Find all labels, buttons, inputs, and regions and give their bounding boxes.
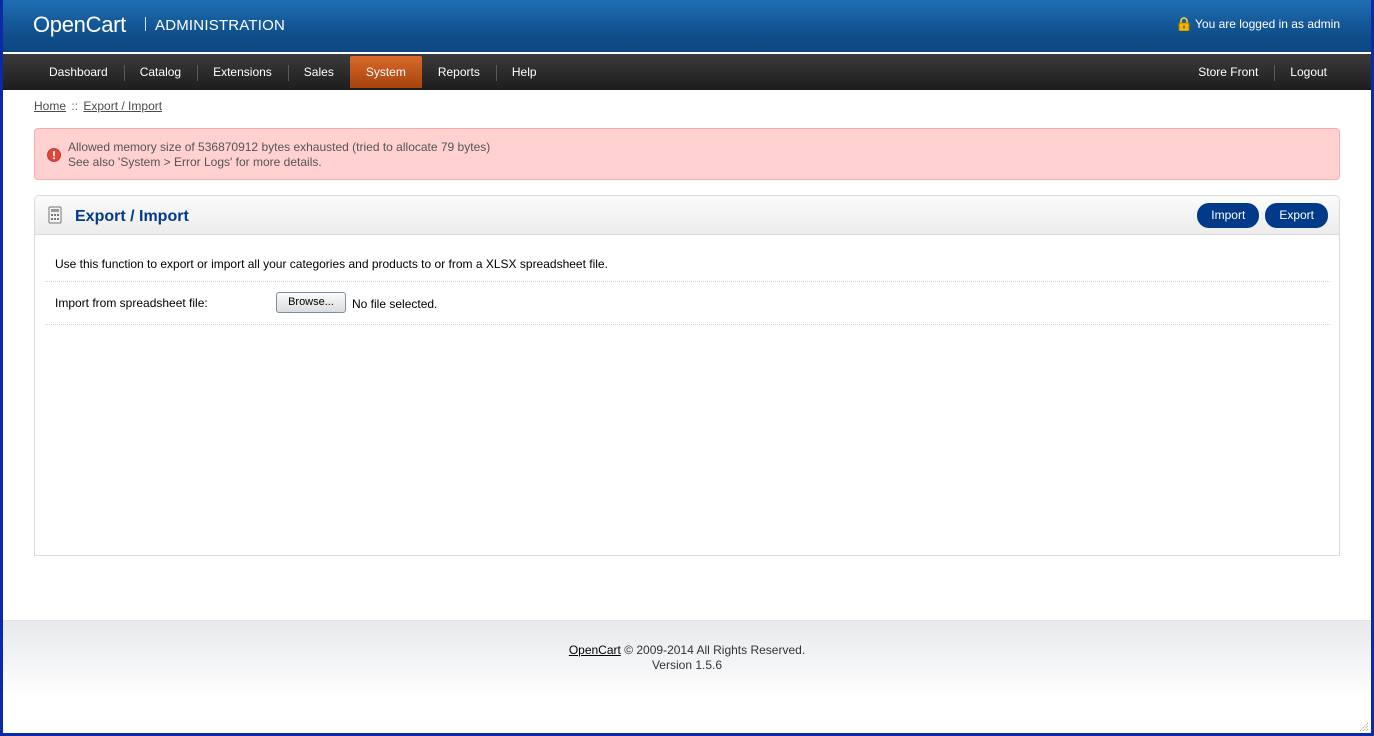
warning-text: Allowed memory size of 536870912 bytes e… [68, 140, 490, 170]
warning-icon [47, 148, 61, 162]
footer: OpenCart © 2009-2014 All Rights Reserved… [3, 620, 1371, 733]
breadcrumb-separator: :: [71, 99, 79, 113]
menu-left: Dashboard Catalog Extensions Sales Syste… [33, 54, 553, 90]
logo-divider [145, 17, 146, 31]
description-text: Use this function to export or import al… [55, 257, 608, 271]
header: OpenCart ADMINISTRATION You are logged i… [3, 0, 1371, 52]
warning-line-2: See also 'System > Error Logs' for more … [68, 155, 322, 169]
menu-item-extensions[interactable]: Extensions [197, 56, 288, 88]
menu-item-catalog[interactable]: Catalog [123, 56, 197, 88]
divider [45, 324, 1330, 325]
admin-subtitle: ADMINISTRATION [155, 17, 286, 34]
menu-right: Store Front Logout [1182, 54, 1343, 90]
lock-icon [1178, 17, 1190, 32]
warning-line-1: Allowed memory size of 536870912 bytes e… [68, 140, 491, 154]
breadcrumb-current-link[interactable]: Export / Import [83, 99, 162, 113]
export-button[interactable]: Export [1265, 203, 1328, 228]
breadcrumb-home-link[interactable]: Home [34, 99, 66, 113]
menu-item-dashboard[interactable]: Dashboard [33, 56, 124, 88]
export-import-box: Export / Import Import Export Use this f… [34, 195, 1340, 556]
menu-item-logout[interactable]: Logout [1274, 56, 1343, 88]
browse-button[interactable]: Browse... [276, 292, 346, 313]
menu-item-store-front[interactable]: Store Front [1182, 56, 1274, 88]
opencart-footer-link[interactable]: OpenCart [569, 643, 621, 657]
module-icon [47, 206, 65, 225]
import-button[interactable]: Import [1197, 203, 1260, 228]
import-file-label: Import from spreadsheet file: [55, 296, 208, 310]
copyright-text: © 2009-2014 All Rights Reserved. [624, 643, 806, 657]
menu-item-system[interactable]: System [349, 56, 422, 88]
main-menu: Dashboard Catalog Extensions Sales Syste… [3, 54, 1371, 90]
login-text: You are logged in as admin [1195, 17, 1340, 31]
menu-item-help[interactable]: Help [495, 56, 553, 88]
copyright-line: OpenCart © 2009-2014 All Rights Reserved… [3, 643, 1371, 658]
browser-viewport: OpenCart ADMINISTRATION You are logged i… [3, 0, 1371, 733]
version-text: Version 1.5.6 [651, 658, 723, 672]
footer-text: OpenCart © 2009-2014 All Rights Reserved… [3, 643, 1371, 673]
menu-item-sales[interactable]: Sales [287, 56, 350, 88]
page-title: Export / Import [75, 208, 189, 225]
box-buttons: Import Export [1197, 203, 1328, 228]
box-heading: Export / Import Import Export [35, 196, 1339, 235]
error-warning: Allowed memory size of 536870912 bytes e… [34, 128, 1340, 180]
divider [45, 281, 1330, 282]
opencart-logo[interactable]: OpenCart [33, 12, 126, 38]
resize-grip-icon[interactable] [1359, 721, 1369, 732]
file-status: No file selected. [352, 297, 438, 311]
breadcrumb: Home :: Export / Import [34, 99, 162, 113]
login-status: You are logged in as admin [1178, 17, 1340, 32]
menu-item-reports[interactable]: Reports [422, 56, 496, 88]
